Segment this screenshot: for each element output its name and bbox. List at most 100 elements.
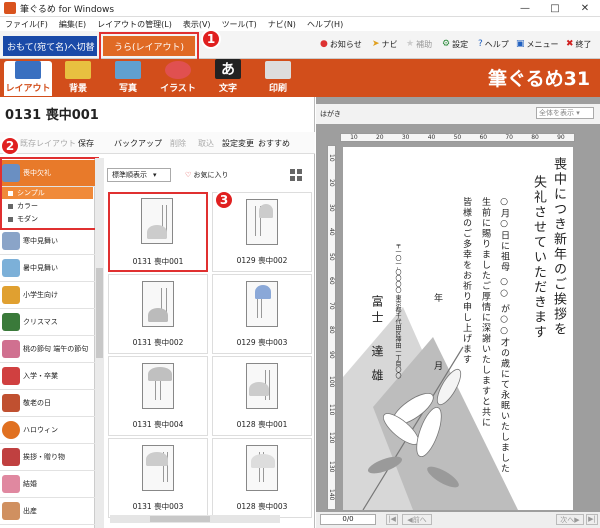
template-card[interactable]: 0128 喪中001 <box>212 356 312 436</box>
category-wedding[interactable]: 結婚 <box>0 471 95 498</box>
existing-layout-button: 既存レイアウト <box>20 139 76 148</box>
category-birth[interactable]: 出産 <box>0 498 95 525</box>
category-icon <box>2 340 20 358</box>
chevron-down-icon: ▾ <box>576 109 580 117</box>
panel-title: 0131 喪中001 <box>5 108 99 123</box>
navi-link[interactable]: ➤ ナビ <box>372 37 398 51</box>
delete-button: 削除 <box>170 139 186 148</box>
recommend-button[interactable]: おすすめ <box>258 138 290 149</box>
annotation-badge-3: 3 <box>214 190 234 210</box>
app-icon <box>4 2 16 14</box>
menu-file[interactable]: ファイル(F) <box>5 19 48 30</box>
ruler-tick: 60 <box>328 277 335 285</box>
menu-layout[interactable]: レイアウトの管理(L) <box>97 19 172 30</box>
template-preview <box>246 199 278 245</box>
ruler-tick: 20 <box>328 179 335 187</box>
paper-type-label: はがき <box>320 110 341 118</box>
category-seasonal-festival[interactable]: 桃の節句 端午の節句 <box>0 336 95 363</box>
save-button[interactable]: 保存 <box>78 138 94 149</box>
ribbon-illust-button[interactable]: イラスト <box>154 61 202 96</box>
body-line-1: ○月○日に祖母 ○○ が○○才の歳にて永眠いたしました <box>499 197 509 475</box>
first-page-button: |◀ <box>386 514 398 525</box>
template-preview <box>246 363 278 409</box>
ruler-tick: 30 <box>328 203 335 212</box>
preview-footer: 0/0 |◀ ◀前へ 次へ▶ ▶| <box>316 512 600 528</box>
favorites-label: お気に入り <box>193 171 229 179</box>
ruler-tick: 100 <box>328 375 335 387</box>
ruler-tick: 20 <box>375 134 384 141</box>
navi-icon: ➤ <box>372 39 380 49</box>
scroll-thumb[interactable] <box>96 268 103 358</box>
news-label: お知らせ <box>329 39 362 49</box>
menu-tools[interactable]: ツール(T) <box>222 19 257 30</box>
category-elementary[interactable]: 小学生向け <box>0 282 95 309</box>
next-page-button: 次へ▶ <box>556 514 584 525</box>
maximize-button[interactable]: □ <box>540 0 570 17</box>
menu-view[interactable]: 表示(V) <box>183 19 211 30</box>
page-counter: 0/0 <box>320 514 376 525</box>
ribbon-background-button[interactable]: 背景 <box>54 61 102 96</box>
front-side-tab[interactable]: おもて(宛て名)へ切替 <box>3 36 97 56</box>
back-side-tab[interactable]: うら(レイアウト) <box>103 36 195 56</box>
template-preview <box>142 281 174 327</box>
exit-link[interactable]: ✖ 終了 <box>566 37 592 51</box>
template-label: 0131 喪中003 <box>132 502 184 511</box>
ruler-tick: 50 <box>453 134 462 141</box>
template-card[interactable]: 0131 喪中002 <box>108 274 208 354</box>
preview-header: はがき 全体を表示 ▾ <box>316 104 600 124</box>
sort-dropdown[interactable]: 標準順表示 ▾ <box>107 168 171 182</box>
settings-label: 設定 <box>452 39 469 49</box>
next-label: 次へ <box>560 516 575 524</box>
category-school[interactable]: 入学・卒業 <box>0 363 95 390</box>
settings-link[interactable]: ⚙ 設定 <box>442 37 468 51</box>
menu-edit[interactable]: 編集(E) <box>59 19 86 30</box>
menu-help[interactable]: ヘルプ(H) <box>307 19 343 30</box>
template-card[interactable]: 0128 喪中003 <box>212 438 312 518</box>
text-icon: あ <box>215 59 241 79</box>
ribbon-layout-button[interactable]: レイアウト <box>4 61 52 96</box>
category-winter-greeting[interactable]: 寒中見舞い <box>0 228 95 255</box>
help-link[interactable]: ? ヘルプ <box>478 37 509 51</box>
sender-given-name: 達雄 <box>370 345 384 393</box>
category-respect-aged[interactable]: 敬老の日 <box>0 390 95 417</box>
backup-button[interactable]: バックアップ <box>114 138 162 149</box>
printer-icon <box>265 61 291 79</box>
menu-icon: ▣ <box>516 39 525 49</box>
news-link[interactable]: ● お知らせ <box>320 37 362 51</box>
ribbon-print-button[interactable]: 印刷 <box>254 61 302 96</box>
menu-navi[interactable]: ナビ(N) <box>268 19 296 30</box>
ruler-tick: 90 <box>328 350 335 359</box>
favorites-button[interactable]: ♡ お気に入り <box>185 170 229 180</box>
ribbon-photo-button[interactable]: 写真 <box>104 61 152 96</box>
category-christmas[interactable]: クリスマス <box>0 309 95 336</box>
minimize-button[interactable]: — <box>510 0 540 17</box>
watermelon-icon <box>165 61 191 79</box>
ribbon-print-label: 印刷 <box>268 84 287 94</box>
ruler-tick: 60 <box>479 134 488 141</box>
close-button[interactable]: ✕ <box>570 0 600 17</box>
category-halloween[interactable]: ハロウィン <box>0 417 95 444</box>
category-icon <box>2 313 20 331</box>
grid-horizontal-scrollbar[interactable] <box>110 515 280 523</box>
category-scrollbar[interactable] <box>95 158 104 528</box>
menu-link[interactable]: ▣ メニュー <box>516 37 559 51</box>
ribbon-text-button[interactable]: あ文字 <box>204 59 252 96</box>
template-card[interactable]: 0129 喪中003 <box>212 274 312 354</box>
template-card[interactable]: 0131 喪中004 <box>108 356 208 436</box>
category-label: 挨拶・贈り物 <box>23 453 65 461</box>
zoom-select[interactable]: 全体を表示 ▾ <box>536 107 594 119</box>
scroll-thumb[interactable] <box>150 516 210 522</box>
ruler-tick: 110 <box>328 403 335 416</box>
assist-link: ★ 補助 <box>406 37 432 51</box>
grid-view-icon[interactable] <box>290 169 302 181</box>
category-label: ハロウィン <box>23 426 58 434</box>
change-settings-button[interactable]: 設定変更 <box>222 138 254 149</box>
ruler-tick: 80 <box>328 326 335 335</box>
ruler-tick: 120 <box>328 432 335 444</box>
category-summer-greeting[interactable]: 暑中見舞い <box>0 255 95 282</box>
star-icon: ★ <box>406 39 415 49</box>
category-icon <box>2 475 20 493</box>
category-label: 出産 <box>23 507 37 515</box>
category-greetings-gifts[interactable]: 挨拶・贈り物 <box>0 444 95 471</box>
template-card[interactable]: 0131 喪中003 <box>108 438 208 518</box>
